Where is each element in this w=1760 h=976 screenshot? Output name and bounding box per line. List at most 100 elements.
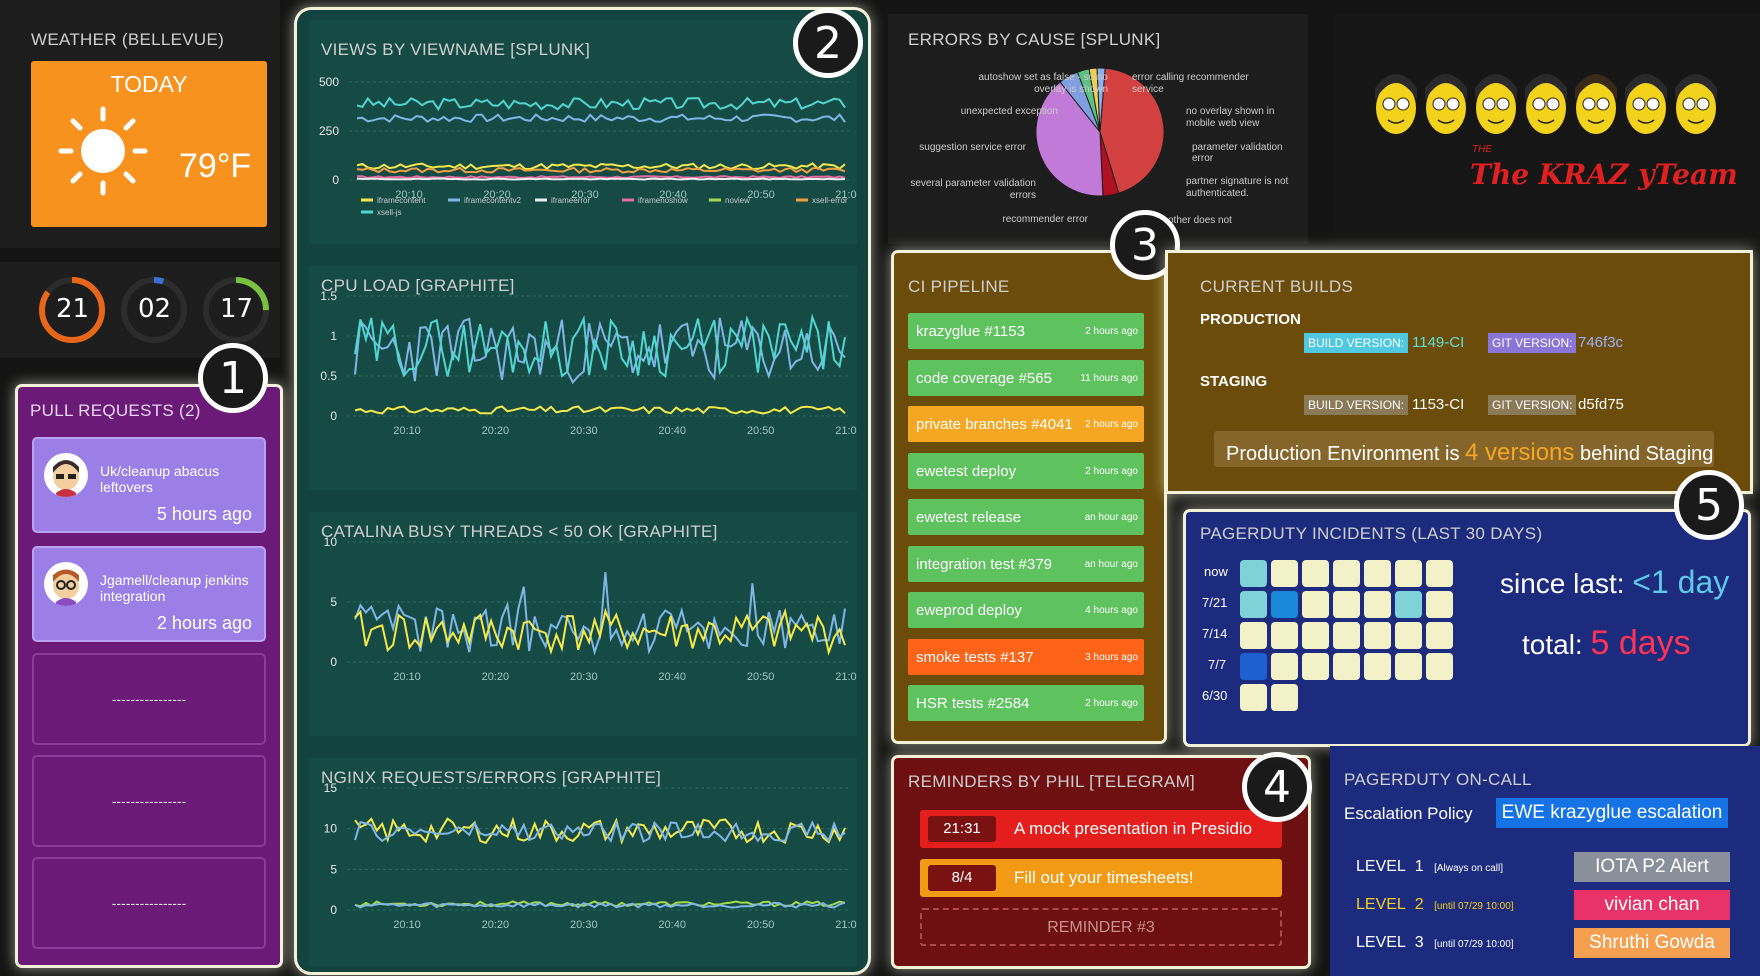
incident-day-cell[interactable]	[1333, 560, 1360, 587]
incident-day-cell[interactable]	[1240, 622, 1267, 649]
incident-day-cell[interactable]	[1271, 684, 1298, 711]
incident-day-cell[interactable]	[1395, 591, 1422, 618]
incident-day-cell[interactable]	[1364, 622, 1391, 649]
incident-day-cell[interactable]	[1302, 653, 1329, 680]
incident-day-cell[interactable]	[1333, 591, 1360, 618]
oncall-person[interactable]: IOTA P2 Alert	[1574, 852, 1730, 882]
avatar	[44, 453, 88, 497]
oncall-person[interactable]: Shruthi Gowda	[1574, 928, 1730, 958]
incident-day-cell[interactable]	[1271, 622, 1298, 649]
production-git: 746f3c	[1578, 334, 1624, 351]
x-tick-label: 20:30	[570, 425, 598, 437]
x-tick-label: 20:20	[482, 425, 510, 437]
incident-day-cell[interactable]	[1395, 560, 1422, 587]
legend-label: iframeerror	[551, 196, 590, 205]
error-label: other does not	[1168, 215, 1232, 226]
counter-value-2: 02	[138, 294, 172, 324]
total-label: total:	[1522, 629, 1583, 660]
ci-job[interactable]: smoke tests #137 3 hours ago	[908, 638, 1144, 675]
incident-day-cell[interactable]	[1302, 591, 1329, 618]
y-tick-label: 15	[324, 781, 338, 795]
policy-value[interactable]: EWE krazyglue escalation	[1496, 798, 1728, 828]
incident-day-cell[interactable]	[1240, 684, 1267, 711]
x-tick-label: 20:10	[393, 671, 421, 683]
ci-job[interactable]: HSR tests #2584 2 hours ago	[908, 685, 1144, 721]
callout-1: 1	[198, 343, 268, 413]
summary-prefix: Production Environment is	[1226, 443, 1460, 465]
oncall-person[interactable]: vivian chan	[1574, 890, 1730, 920]
character-eye	[1382, 97, 1396, 111]
weather-temp: 79°F	[179, 147, 252, 185]
incident-day-cell[interactable]	[1395, 622, 1422, 649]
character-eye	[1546, 97, 1560, 111]
y-tick-label: 0	[332, 173, 339, 187]
incident-day-cell[interactable]	[1426, 560, 1453, 587]
pull-request-item[interactable]: Jgamell/cleanup jenkins integration 2 ho…	[32, 546, 266, 642]
incident-day-cell[interactable]	[1302, 560, 1329, 587]
x-tick-label: 20:20	[482, 919, 510, 931]
callout-4: 4	[1242, 752, 1312, 822]
pagerduty-oncall-panel: PAGERDUTY ON-CALL Escalation Policy EWE …	[1330, 746, 1760, 976]
legend-label: xsell-js	[377, 208, 401, 217]
ci-job[interactable]: eweprod deploy 4 hours ago	[908, 592, 1144, 628]
policy-label: Escalation Policy	[1344, 804, 1473, 823]
character-eye	[1682, 97, 1696, 111]
y-tick-label: 5	[330, 862, 337, 876]
weather-today-card: TODAY 79°F	[31, 61, 267, 227]
incident-day-cell[interactable]	[1426, 591, 1453, 618]
character-eye	[1696, 97, 1710, 111]
callout-5: 5	[1674, 470, 1744, 540]
character-eye	[1432, 97, 1446, 111]
series-line	[356, 96, 846, 112]
pull-request-item[interactable]: Uk/cleanup abacus leftovers 5 hours ago	[32, 437, 266, 533]
incident-day-cell[interactable]	[1333, 622, 1360, 649]
ci-job[interactable]: private branches #4041 2 hours ago	[908, 406, 1144, 442]
row-label: now	[1204, 564, 1228, 579]
pd-incidents-title: PAGERDUTY INCIDENTS (LAST 30 DAYS)	[1200, 524, 1543, 543]
ci-job[interactable]: code coverage #565 11 hours ago	[908, 359, 1144, 396]
incident-day-cell[interactable]	[1302, 622, 1329, 649]
incident-day-cell[interactable]	[1333, 653, 1360, 680]
empty-slot-label: ----------------	[111, 895, 187, 911]
incident-day-cell[interactable]	[1271, 653, 1298, 680]
ci-job[interactable]: ewetest release an hour ago	[908, 499, 1144, 535]
incident-day-cell[interactable]	[1240, 591, 1267, 618]
production-label: PRODUCTION	[1200, 311, 1301, 328]
y-tick-label: 0	[330, 409, 337, 423]
charts-panel: VIEWS BY VIEWNAME [SPLUNK] 500 250 0 20:10 2…	[297, 10, 868, 972]
chart-catalina-plot: 10 5 0 20:10 20:20 20:30 20:40 20:50 21:00	[324, 535, 857, 683]
callout-2: 2	[793, 8, 863, 78]
incident-day-cell[interactable]	[1240, 560, 1267, 587]
chart-nginx: NGINX REQUESTS/ERRORS [GRAPHITE] 15 10 5 0 2…	[309, 758, 857, 966]
production-build: 1149-CI	[1412, 334, 1465, 351]
pull-request-empty-slot: ----------------	[32, 653, 266, 745]
x-tick-label: 20:20	[482, 671, 510, 683]
incident-day-cell[interactable]	[1426, 653, 1453, 680]
reminder-text: A mock presentation in Presidio	[1014, 819, 1253, 838]
staging-build: 1153-CI	[1412, 396, 1465, 413]
ci-job[interactable]: ewetest deploy 2 hours ago	[908, 452, 1144, 489]
chart-views-plot: 500250020:1020:2020:3020:4020:5021:00ifr…	[319, 75, 857, 217]
level-2-label: LEVEL 2 [until 07/29 10:00]	[1356, 896, 1514, 913]
incident-day-cell[interactable]	[1240, 653, 1267, 680]
empty-slot-label: ----------------	[111, 793, 187, 809]
ci-job-time: 11 hours ago	[1080, 372, 1138, 384]
x-tick-label: 21:00	[835, 919, 857, 931]
reminder-text: Fill out your timesheets!	[1014, 868, 1194, 887]
incident-day-cell[interactable]	[1395, 653, 1422, 680]
incident-day-cell[interactable]	[1271, 591, 1298, 618]
reminder-item[interactable]: 21:31 A mock presentation in Presidio	[920, 810, 1282, 848]
incident-day-cell[interactable]	[1271, 560, 1298, 587]
character-eye	[1582, 97, 1596, 111]
incident-day-cell[interactable]	[1364, 653, 1391, 680]
x-tick-label: 20:50	[747, 919, 775, 931]
incident-day-cell[interactable]	[1426, 622, 1453, 649]
incident-day-cell[interactable]	[1364, 591, 1391, 618]
series-line	[354, 405, 846, 415]
reminder-placeholder: REMINDER #3	[920, 908, 1282, 946]
avatar	[44, 562, 88, 606]
incident-day-cell[interactable]	[1364, 560, 1391, 587]
ci-job[interactable]: krazyglue #1153 2 hours ago	[908, 313, 1144, 349]
ci-job[interactable]: integration test #379 an hour ago	[908, 545, 1144, 582]
reminder-item[interactable]: 8/4 Fill out your timesheets!	[920, 859, 1282, 897]
